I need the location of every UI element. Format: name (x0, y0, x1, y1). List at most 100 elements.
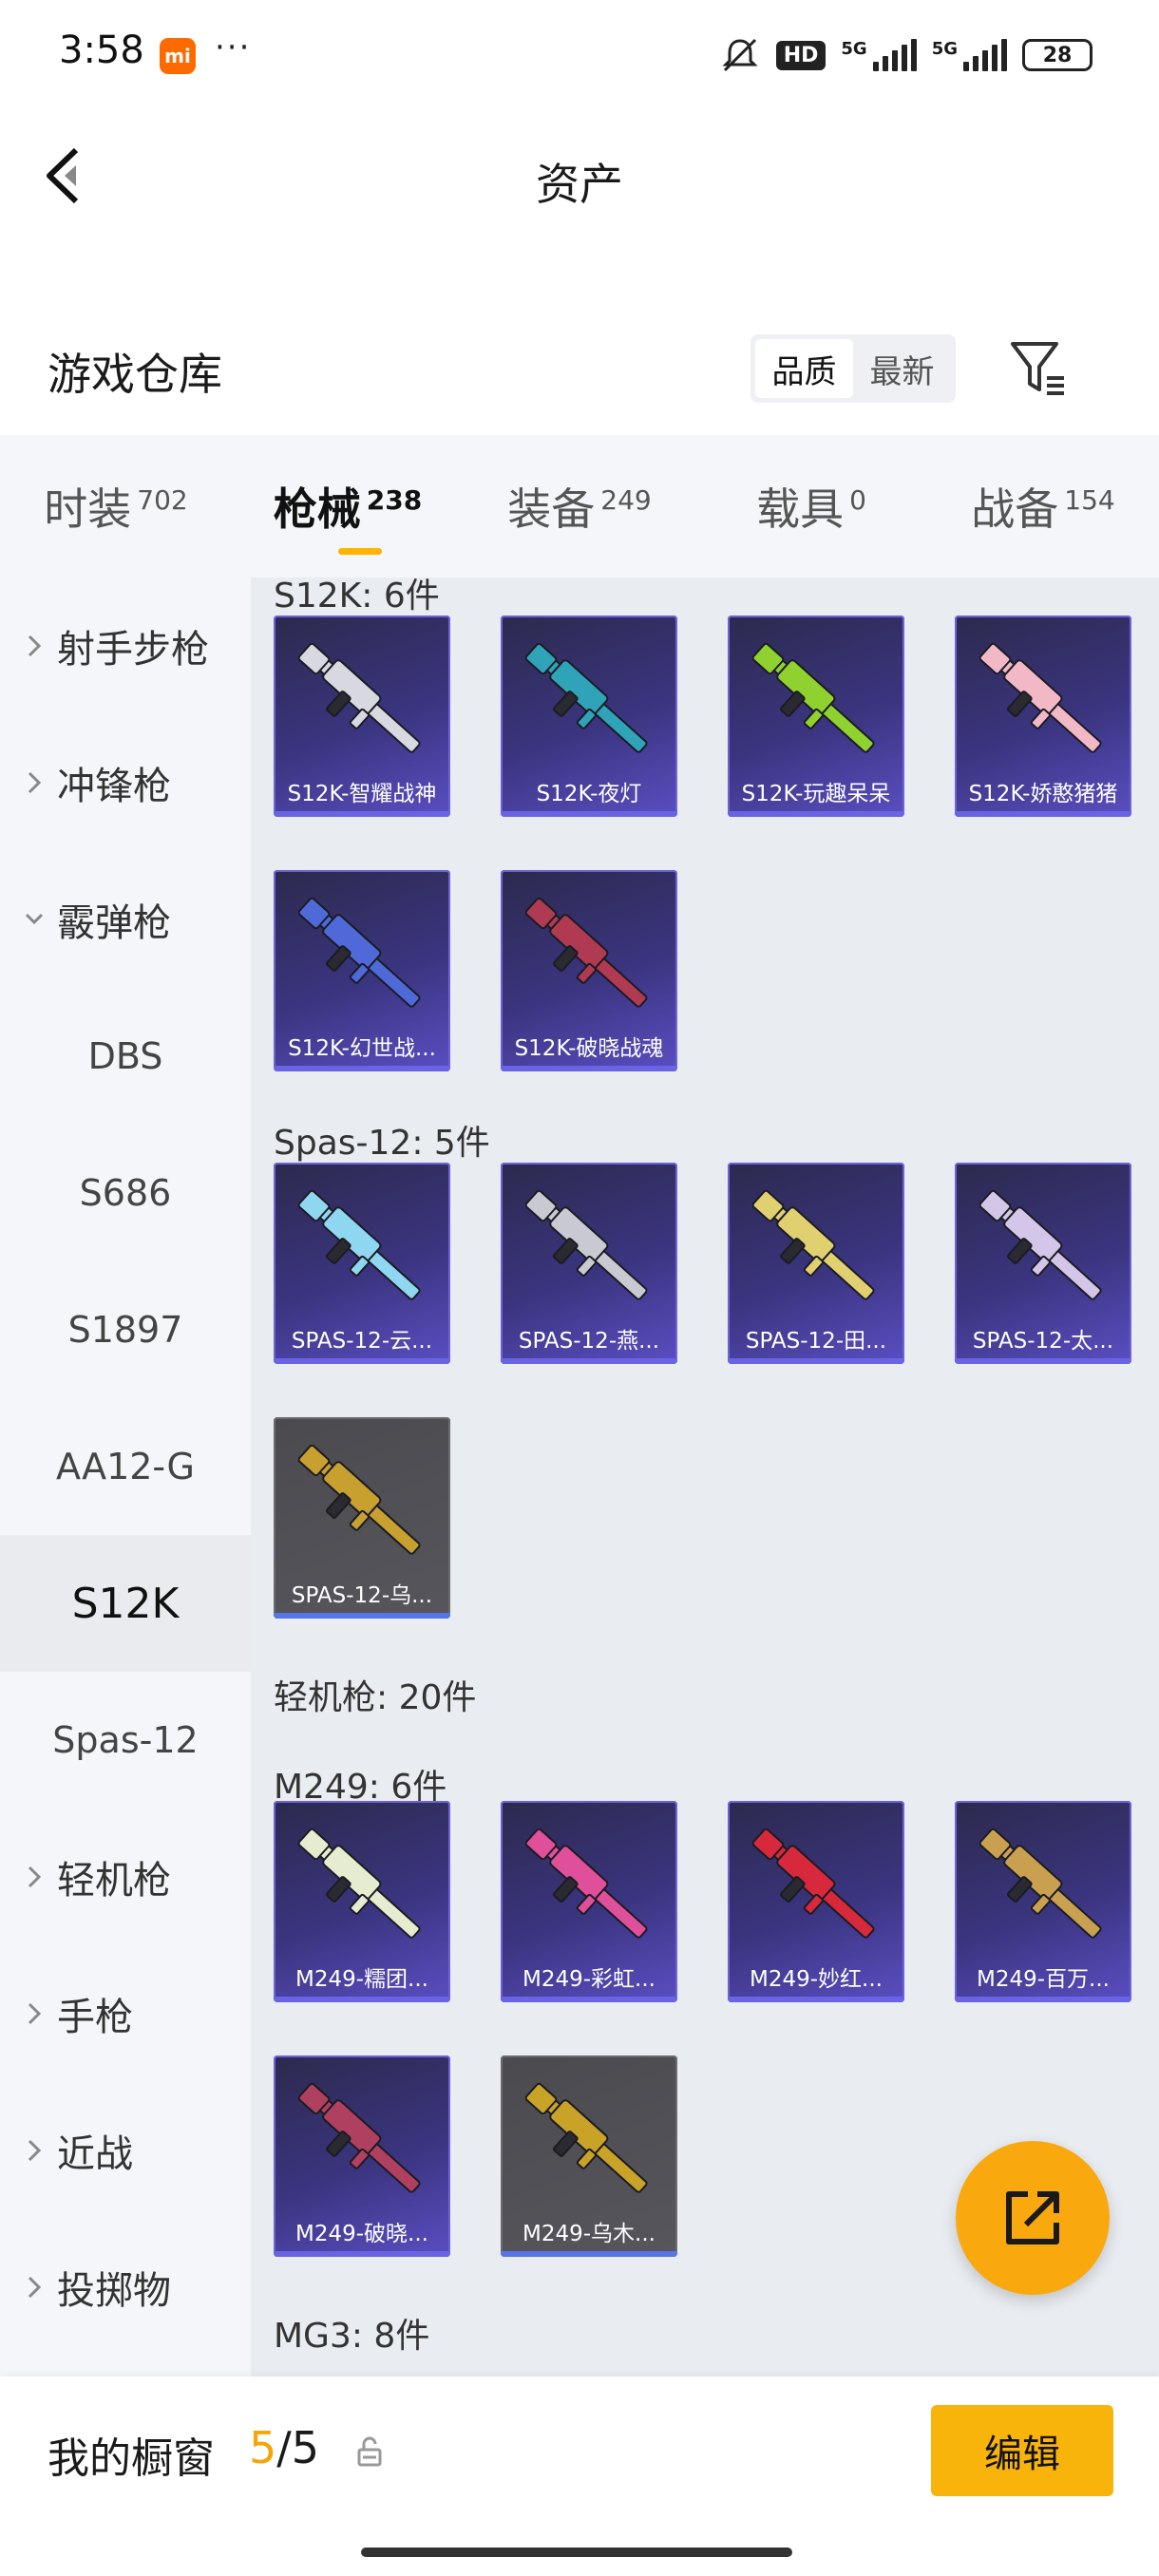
weapon-card[interactable]: S12K-智耀战神 (274, 616, 450, 817)
quality-bar (955, 1358, 1131, 1364)
sidebar-item[interactable]: 手枪 (0, 1945, 251, 2082)
hd-icon: HD (775, 40, 826, 70)
weapon-card[interactable]: S12K-破晓战魂 (501, 870, 677, 1071)
weapon-name: M249-破晓... (295, 2222, 428, 2246)
weapon-name: SPAS-12-燕... (518, 1329, 660, 1354)
filter-icon[interactable] (1007, 336, 1070, 399)
signal-2-icon: 5G (932, 39, 1007, 71)
sidebar-item[interactable]: 轻机枪 (0, 1809, 251, 1945)
weapon-name: S12K-夜灯 (536, 782, 642, 806)
share-button[interactable] (956, 2141, 1110, 2295)
chevron-right-icon (28, 2002, 42, 2025)
sidebar-item-label: AA12-G (56, 1446, 195, 1487)
quality-bar (728, 811, 904, 817)
page-title: 资产 (536, 159, 623, 210)
sidebar-item[interactable]: AA12-G (0, 1398, 251, 1535)
quality-bar (728, 1358, 904, 1364)
weapon-name: S12K-破晓战魂 (514, 1036, 664, 1061)
weapon-name: SPAS-12-乌... (291, 1583, 433, 1608)
weapon-card[interactable]: S12K-幻世战... (274, 870, 450, 1071)
sidebar-item[interactable]: 近战 (0, 2082, 251, 2219)
chevron-right-icon (28, 635, 42, 657)
weapon-name: M249-糯团... (295, 1967, 428, 1992)
gun-icon (298, 2082, 421, 2193)
gun-icon (298, 1444, 421, 1555)
weapon-name: SPAS-12-田... (745, 1329, 887, 1354)
sidebar-item-label: 轻机枪 (57, 1859, 171, 1903)
weapon-card[interactable]: SPAS-12-云... (274, 1163, 450, 1364)
tab-vehicles[interactable]: 载具 0 (695, 435, 927, 578)
sidebar-item[interactable]: S12K (0, 1535, 251, 1672)
chevron-right-icon (28, 2139, 42, 2162)
weapon-card[interactable]: SPAS-12-太... (955, 1163, 1131, 1364)
sidebar-item[interactable]: S1897 (0, 1261, 251, 1398)
sidebar-item-label: 近战 (57, 2132, 133, 2176)
sidebar-item[interactable]: 投掷物 (0, 2219, 251, 2356)
group-title: MG3: 8件 (274, 2317, 430, 2356)
weapon-card[interactable]: M249-糯团... (274, 1801, 450, 2002)
share-icon (1006, 2191, 1059, 2245)
weapon-card[interactable]: SPAS-12-乌... (274, 1417, 450, 1619)
quality-bar (501, 1358, 677, 1364)
signal-1-icon: 5G (841, 39, 917, 71)
weapon-card[interactable]: M249-乌木... (501, 2055, 677, 2257)
sidebar-item[interactable]: DBS (0, 988, 251, 1125)
gun-icon (979, 1189, 1102, 1300)
sidebar-item-label: Spas-12 (52, 1719, 199, 1761)
weapon-card[interactable]: M249-百万... (955, 1801, 1131, 2002)
quality-bar (501, 1066, 677, 1071)
gun-icon (298, 642, 421, 753)
weapon-name: SPAS-12-云... (291, 1329, 433, 1354)
sidebar-item-label: S12K (71, 1579, 180, 1628)
mute-icon (722, 38, 758, 72)
weapon-name: M249-乌木... (522, 2222, 656, 2246)
gun-icon (525, 1828, 648, 1939)
sidebar-item[interactable]: Spas-12 (0, 1672, 251, 1809)
weapon-card[interactable]: M249-妙红... (728, 1801, 904, 2002)
weapon-card[interactable]: M249-破晓... (274, 2055, 450, 2257)
sort-newest-button[interactable]: 最新 (853, 339, 951, 398)
gun-icon (979, 642, 1102, 753)
weapon-card[interactable]: SPAS-12-田... (728, 1163, 904, 1364)
showcase-current: 5 (249, 2422, 277, 2473)
weapon-card[interactable]: M249-彩虹... (501, 1801, 677, 2002)
weapon-card[interactable]: S12K-夜灯 (501, 616, 677, 817)
group-title: Spas-12: 5件 (274, 1124, 490, 1163)
gun-icon (752, 1189, 875, 1300)
quality-bar (955, 1997, 1131, 2002)
showcase-count: 5/5 (249, 2422, 319, 2473)
weapon-grid: S12K: 6件 S12K-智耀战神 S12K-夜灯 S12K-玩趣呆呆 S12K-娇憨… (251, 578, 1159, 2377)
gun-icon (298, 1189, 421, 1300)
gun-icon (298, 897, 421, 1008)
weapon-name: M249-百万... (977, 1967, 1110, 1992)
tab-equipment[interactable]: 装备 249 (464, 435, 695, 578)
weapon-name: S12K-娇憨猪猪 (968, 782, 1118, 806)
weapon-card[interactable]: S12K-玩趣呆呆 (728, 616, 904, 817)
tab-fashion[interactable]: 时装 702 (0, 435, 232, 578)
quality-bar (274, 1997, 450, 2002)
quality-bar (728, 1997, 904, 2002)
gun-icon (752, 642, 875, 753)
status-indicators: HD 5G 5G 28 (719, 36, 1092, 74)
sidebar-item[interactable]: 冲锋枪 (0, 714, 251, 851)
sidebar-item[interactable]: S686 (0, 1125, 251, 1261)
sidebar-item[interactable]: 射手步枪 (0, 578, 251, 714)
weapon-card[interactable]: S12K-娇憨猪猪 (955, 616, 1131, 817)
gun-icon (525, 2082, 648, 2193)
edit-button[interactable]: 编辑 (931, 2405, 1113, 2496)
home-indicator[interactable] (361, 2548, 792, 2557)
sidebar-item-label: 冲锋枪 (57, 765, 171, 808)
quality-bar (274, 2251, 450, 2257)
gun-icon (525, 642, 648, 753)
sidebar-item[interactable]: 霰弹枪 (0, 851, 251, 988)
quality-bar (955, 811, 1131, 817)
weapon-card[interactable]: SPAS-12-燕... (501, 1163, 677, 1364)
more-notifications-icon: ··· (215, 28, 252, 66)
sidebar-item-label: S686 (79, 1172, 172, 1214)
lock-icon (357, 2436, 382, 2467)
tab-guns[interactable]: 枪械 238 (232, 435, 464, 578)
category-tabs: 时装 702 枪械 238 装备 249 载具 0 战备 154 (0, 435, 1159, 578)
tab-supplies[interactable]: 战备 154 (927, 435, 1159, 578)
sort-quality-button[interactable]: 品质 (755, 339, 853, 398)
network-label: 5G (931, 39, 958, 59)
